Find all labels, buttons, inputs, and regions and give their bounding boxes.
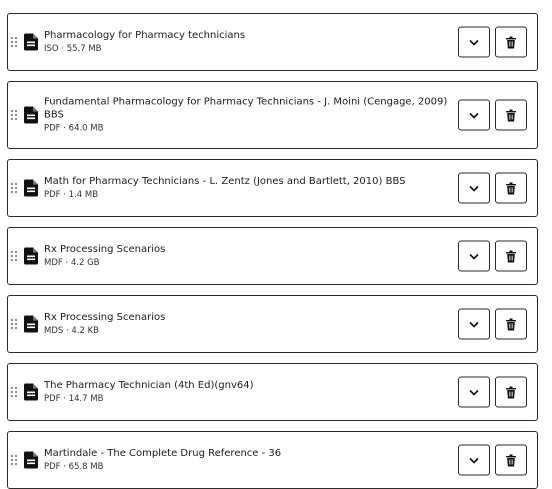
- expand-button[interactable]: [458, 240, 490, 272]
- drag-handle-icon[interactable]: [11, 37, 17, 47]
- trash-icon: [506, 318, 516, 330]
- drag-handle-icon[interactable]: [11, 183, 17, 193]
- chevron-down-icon: [469, 39, 479, 45]
- file-meta: PDF · 65.8 MB: [44, 462, 104, 472]
- drag-handle-icon[interactable]: [11, 455, 17, 465]
- trash-icon: [506, 250, 516, 262]
- file-text: Pharmacology for Pharmacy technicians IS…: [44, 29, 425, 55]
- file-meta: PDF · 14.7 MB: [44, 394, 104, 404]
- file-meta: ISO · 55.7 MB: [44, 44, 102, 54]
- file-document-icon: [24, 106, 38, 124]
- expand-button[interactable]: [458, 444, 490, 476]
- file-document-icon: [24, 179, 38, 197]
- chevron-down-icon: [469, 185, 479, 191]
- delete-button[interactable]: [495, 308, 527, 340]
- file-item[interactable]: Martindale - The Complete Drug Reference…: [7, 431, 538, 489]
- delete-button[interactable]: [495, 26, 527, 58]
- delete-button[interactable]: [495, 240, 527, 272]
- file-text: Rx Processing Scenarios MDS · 4.2 KB: [44, 311, 425, 337]
- chevron-down-icon: [469, 457, 479, 463]
- chevron-down-icon: [469, 112, 479, 118]
- file-item[interactable]: Math for Pharmacy Technicians - L. Zentz…: [7, 159, 538, 217]
- file-item[interactable]: The Pharmacy Technician (4th Ed)(gnv64) …: [7, 363, 538, 421]
- file-title: Math for Pharmacy Technicians - L. Zentz…: [44, 176, 406, 187]
- expand-button[interactable]: [458, 376, 490, 408]
- chevron-down-icon: [469, 389, 479, 395]
- file-document-icon: [24, 247, 38, 265]
- file-document-icon: [24, 383, 38, 401]
- expand-button[interactable]: [458, 172, 490, 204]
- file-title: Pharmacology for Pharmacy technicians: [44, 30, 246, 41]
- file-document-icon: [24, 315, 38, 333]
- delete-button[interactable]: [495, 376, 527, 408]
- file-meta: PDF · 1.4 MB: [44, 190, 99, 200]
- file-text: Martindale - The Complete Drug Reference…: [44, 447, 425, 473]
- file-item[interactable]: Rx Processing Scenarios MDF · 4.2 GB: [7, 227, 538, 285]
- file-text: Rx Processing Scenarios MDF · 4.2 GB: [44, 243, 425, 269]
- drag-handle-icon[interactable]: [11, 387, 17, 397]
- file-title: Martindale - The Complete Drug Reference…: [44, 448, 282, 459]
- file-item[interactable]: Fundamental Pharmacology for Pharmacy Te…: [7, 81, 538, 149]
- trash-icon: [506, 182, 516, 194]
- file-document-icon: [24, 33, 38, 51]
- file-meta: PDF · 64.0 MB: [44, 123, 104, 134]
- trash-icon: [506, 36, 516, 48]
- file-text: Math for Pharmacy Technicians - L. Zentz…: [44, 175, 425, 201]
- file-title: Rx Processing Scenarios: [44, 244, 166, 255]
- trash-icon: [506, 386, 516, 398]
- file-title-continued: BBS: [44, 109, 64, 121]
- file-title: Rx Processing Scenarios: [44, 312, 166, 323]
- delete-button[interactable]: [495, 172, 527, 204]
- file-title: The Pharmacy Technician (4th Ed)(gnv64): [44, 380, 254, 391]
- expand-button[interactable]: [458, 308, 490, 340]
- drag-handle-icon[interactable]: [11, 110, 17, 120]
- file-meta: MDS · 4.2 KB: [44, 326, 100, 336]
- trash-icon: [506, 109, 516, 121]
- file-text: The Pharmacy Technician (4th Ed)(gnv64) …: [44, 379, 425, 405]
- file-item[interactable]: Rx Processing Scenarios MDS · 4.2 KB: [7, 295, 538, 353]
- file-title: Fundamental Pharmacology for Pharmacy Te…: [44, 96, 448, 108]
- chevron-down-icon: [469, 253, 479, 259]
- drag-handle-icon[interactable]: [11, 251, 17, 261]
- chevron-down-icon: [469, 321, 479, 327]
- expand-button[interactable]: [458, 26, 490, 58]
- file-text: Fundamental Pharmacology for Pharmacy Te…: [44, 96, 448, 135]
- file-item[interactable]: Pharmacology for Pharmacy technicians IS…: [7, 13, 538, 71]
- delete-button[interactable]: [495, 444, 527, 476]
- file-document-icon: [24, 451, 38, 469]
- trash-icon: [506, 454, 516, 466]
- file-meta: MDF · 4.2 GB: [44, 258, 100, 268]
- expand-button[interactable]: [458, 99, 490, 131]
- delete-button[interactable]: [495, 99, 527, 131]
- drag-handle-icon[interactable]: [11, 319, 17, 329]
